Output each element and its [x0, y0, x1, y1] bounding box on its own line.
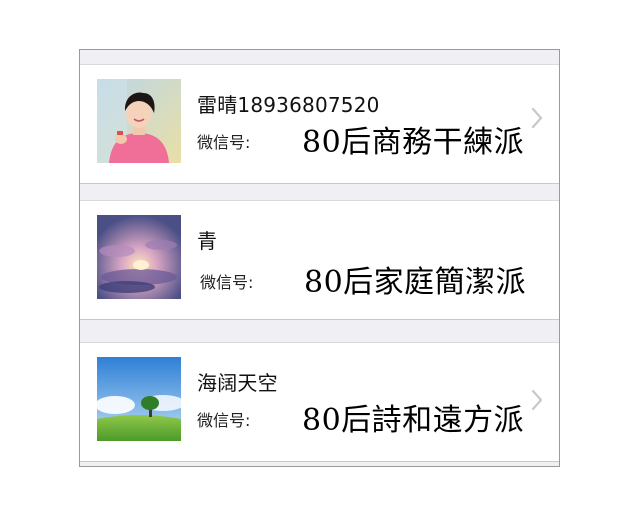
avatar	[97, 357, 181, 441]
contact-row[interactable]: 雷晴18936807520 微信号: 80后商務干練派	[80, 64, 559, 184]
contact-row[interactable]: 海阔天空 微信号: 80后詩和遠方派	[80, 342, 559, 462]
chevron-right-icon[interactable]	[530, 107, 544, 129]
sunset-cloud-photo-icon	[97, 215, 181, 299]
chevron-right-icon[interactable]	[530, 389, 544, 411]
person-photo-icon	[97, 79, 181, 163]
contact-tagline: 80后家庭簡潔派	[304, 265, 527, 300]
contact-name: 海阔天空	[197, 371, 278, 395]
contact-row[interactable]: 青 微信号: 80后家庭簡潔派	[80, 200, 559, 320]
contact-tagline: 80后詩和遠方派	[302, 403, 525, 438]
sky-grass-tree-photo-icon	[97, 357, 181, 441]
wechat-id-label: 微信号:	[200, 273, 254, 292]
contact-name: 青	[197, 229, 218, 253]
wechat-id-label: 微信号:	[197, 411, 251, 430]
avatar	[97, 215, 181, 299]
contact-tagline: 80后商務干練派	[302, 125, 525, 160]
avatar	[97, 79, 181, 163]
contact-list: 雷晴18936807520 微信号: 80后商務干練派 青 微信号: 80后家庭…	[79, 49, 560, 467]
contact-name: 雷晴18936807520	[197, 93, 380, 117]
wechat-id-label: 微信号:	[197, 133, 251, 152]
